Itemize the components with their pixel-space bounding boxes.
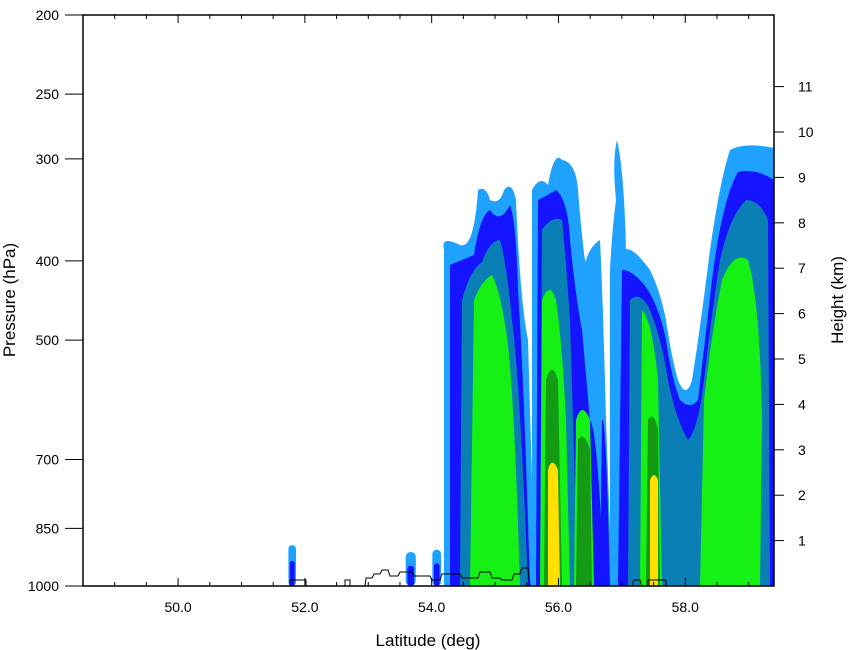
cross-section-chart: 50.0 52.0 54.0 56.0 58.020025030040050070085… bbox=[0, 0, 850, 650]
y2-tick-label-5: 6 bbox=[798, 306, 806, 322]
y2-axis-title: Height (km) bbox=[828, 256, 847, 344]
x-tick-label-0: 50.0 bbox=[164, 599, 191, 615]
y-axis-title: Pressure (hPa) bbox=[0, 243, 19, 357]
y-tick-label-7: 1000 bbox=[28, 578, 59, 594]
x-tick-label-4: 58.0 bbox=[672, 599, 699, 615]
y-tick-label-4: 500 bbox=[36, 332, 60, 348]
shallow-cell-1-level-2 bbox=[407, 565, 415, 586]
x-tick-label-2: 54.0 bbox=[418, 599, 445, 615]
y-tick-label-0: 200 bbox=[36, 7, 60, 23]
y-tick-label-2: 300 bbox=[36, 151, 60, 167]
y2-tick-label-0: 1 bbox=[798, 533, 806, 549]
y2-tick-label-10: 11 bbox=[798, 79, 813, 95]
y2-tick-label-9: 10 bbox=[798, 124, 814, 140]
y2-tick-label-6: 7 bbox=[798, 260, 806, 276]
y-tick-label-3: 400 bbox=[36, 253, 60, 269]
x-tick-label-3: 56.0 bbox=[545, 599, 572, 615]
contour-level-5-region-1 bbox=[576, 436, 592, 586]
y2-tick-label-4: 5 bbox=[798, 351, 806, 367]
y2-tick-label-7: 8 bbox=[798, 215, 806, 231]
y-tick-label-5: 700 bbox=[36, 451, 60, 467]
x-tick-label-1: 52.0 bbox=[291, 599, 318, 615]
y2-tick-label-8: 9 bbox=[798, 169, 806, 185]
y2-tick-label-3: 4 bbox=[798, 396, 806, 412]
y-tick-label-6: 850 bbox=[36, 520, 60, 536]
y2-tick-label-2: 3 bbox=[798, 442, 806, 458]
shallow-cell-2-level-2 bbox=[433, 563, 440, 586]
contour-level-6-region-1 bbox=[650, 475, 658, 586]
y2-tick-label-1: 2 bbox=[798, 487, 806, 503]
y-tick-label-1: 250 bbox=[36, 86, 60, 102]
x-axis-title: Latitude (deg) bbox=[376, 631, 481, 650]
